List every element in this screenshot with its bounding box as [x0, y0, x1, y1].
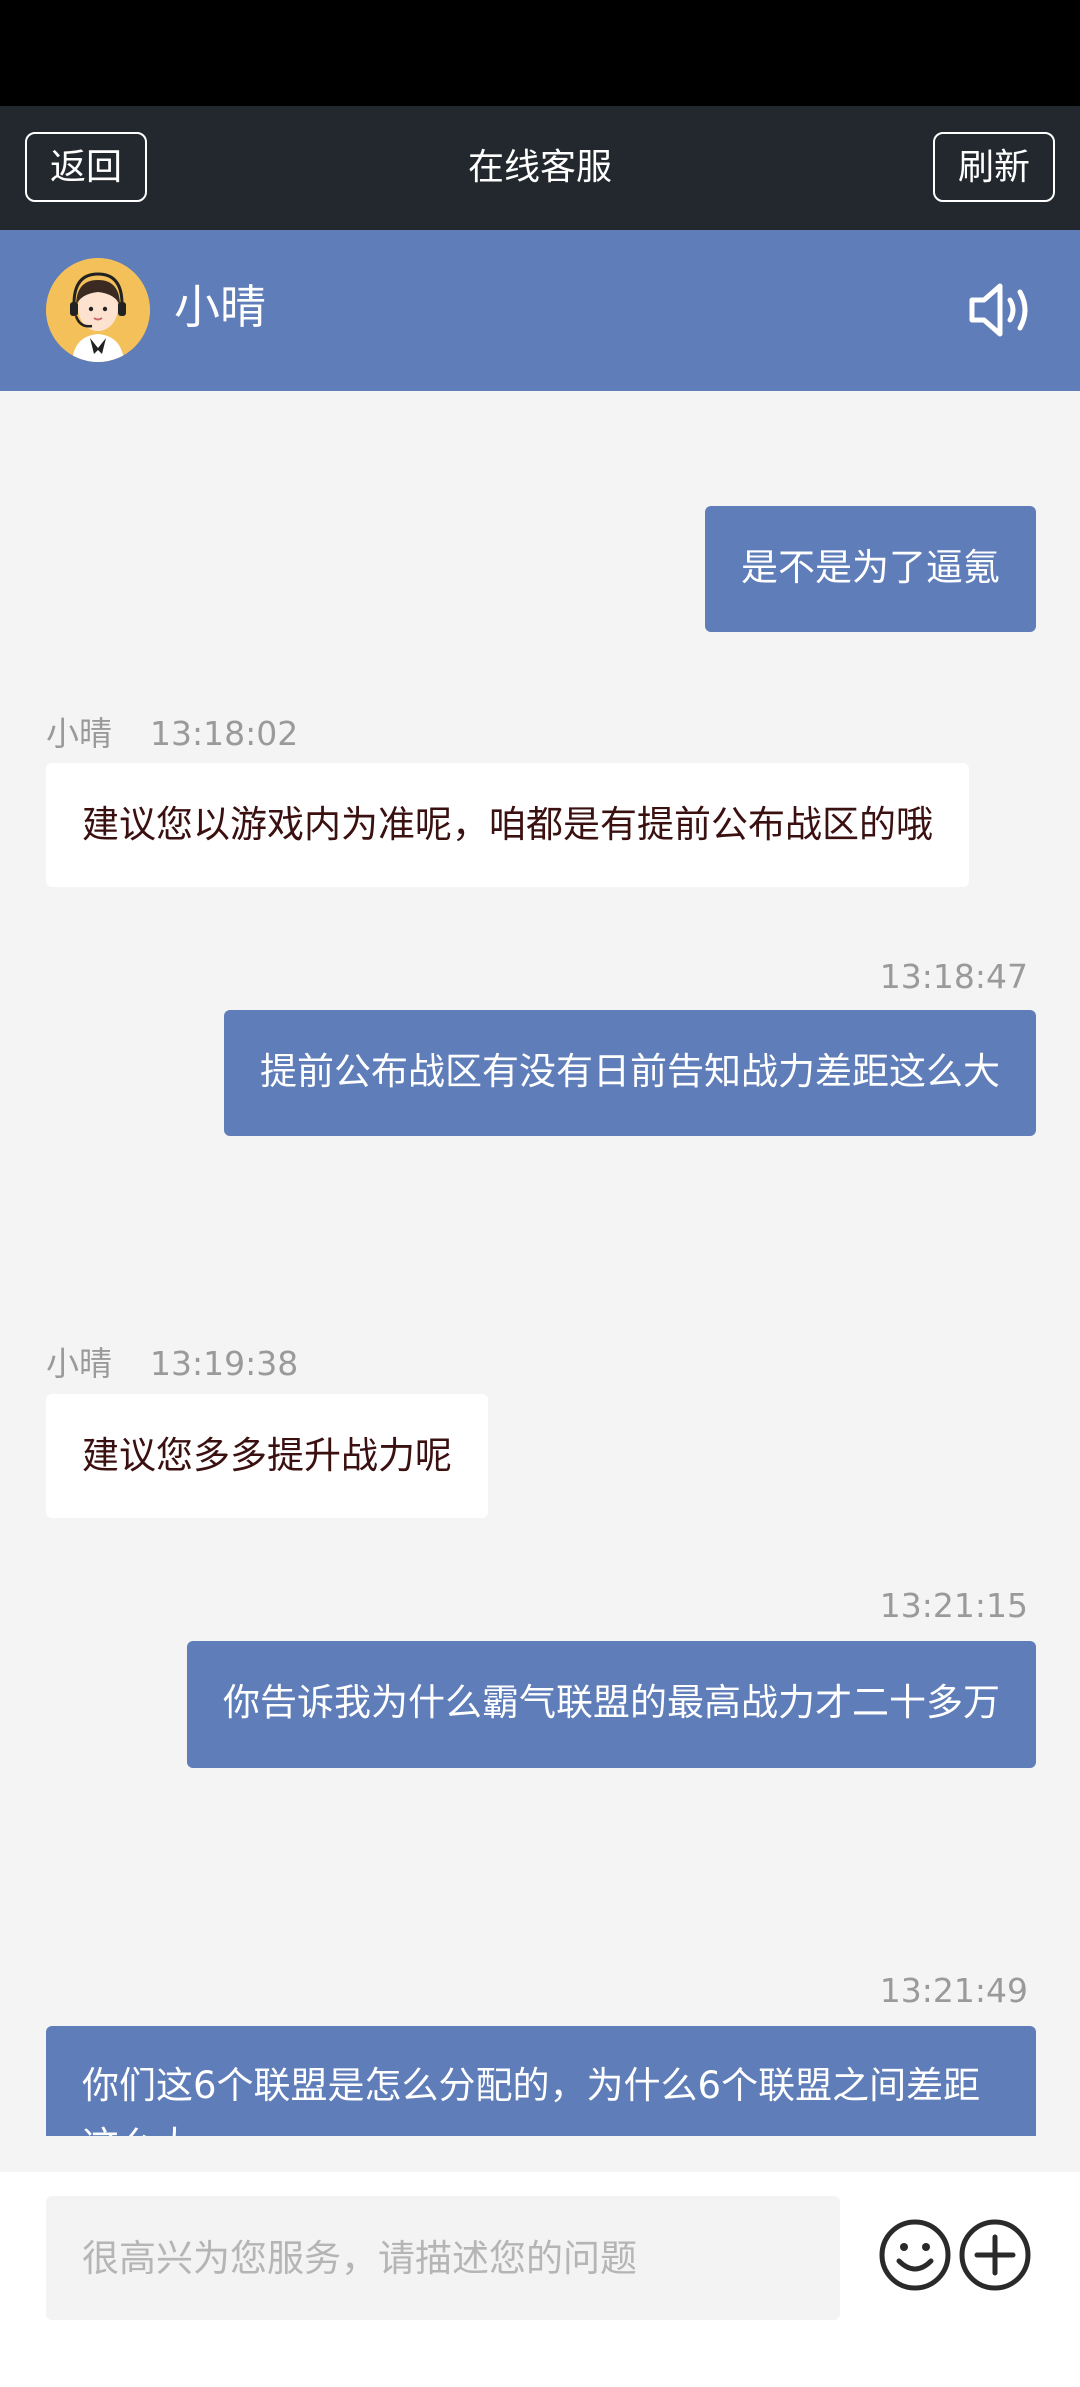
message-text: 建议您以游戏内为准呢，咱都是有提前公布战区的哦 — [82, 803, 933, 846]
agent-message-bubble: 建议您以游戏内为准呢，咱都是有提前公布战区的哦 — [46, 763, 969, 887]
message-timestamp: 13:21:15 — [879, 1586, 1028, 1625]
user-message-bubble: 是不是为了逼氪 — [705, 506, 1036, 632]
speaker-icon[interactable] — [968, 280, 1038, 340]
top-navigation-bar: 在线客服 返回 刷新 — [0, 106, 1080, 230]
agent-name: 小晴 — [174, 280, 266, 334]
message-timestamp: 13:18:47 — [879, 957, 1028, 996]
message-text: 提前公布战区有没有日前告知战力差距这么大 — [260, 1050, 1000, 1093]
user-message-bubble: 你们这6个联盟是怎么分配的，为什么6个联盟之间差距这么大 — [46, 2026, 1036, 2136]
message-text: 你们这6个联盟是怎么分配的，为什么6个联盟之间差距这么大 — [82, 2064, 981, 2136]
agent-avatar — [46, 258, 150, 362]
user-message-bubble: 你告诉我为什么霸气联盟的最高战力才二十多万 — [187, 1641, 1036, 1768]
emoji-icon[interactable] — [877, 2217, 953, 2293]
plus-icon[interactable] — [957, 2217, 1033, 2293]
message-input[interactable] — [46, 2196, 840, 2320]
back-button[interactable]: 返回 — [25, 132, 147, 202]
message-timestamp: 13:21:49 — [879, 1971, 1028, 2010]
message-text: 你告诉我为什么霸气联盟的最高战力才二十多万 — [223, 1681, 1000, 1724]
sender-name: 小晴 — [46, 1344, 112, 1383]
chat-message-list[interactable]: 是不是为了逼氪 小晴 13:18:02 建议您以游戏内为准呢，咱都是有提前公布战区… — [0, 391, 1080, 2136]
status-bar — [0, 0, 1080, 106]
composer-bar — [0, 2172, 1080, 2387]
page-title: 在线客服 — [467, 147, 612, 188]
agent-header: 小晴 — [0, 230, 1080, 391]
message-timestamp: 13:19:38 — [150, 1344, 299, 1383]
message-meta: 小晴 13:19:38 — [46, 1337, 298, 1385]
agent-message-bubble: 建议您多多提升战力呢 — [46, 1394, 488, 1518]
agent-avatar-headset-icon — [46, 258, 150, 362]
sender-name: 小晴 — [46, 714, 112, 753]
message-text: 建议您多多提升战力呢 — [82, 1434, 452, 1477]
refresh-button[interactable]: 刷新 — [933, 132, 1055, 202]
message-timestamp: 13:18:02 — [150, 714, 299, 753]
message-meta: 小晴 13:18:02 — [46, 707, 298, 755]
user-message-bubble: 提前公布战区有没有日前告知战力差距这么大 — [224, 1010, 1036, 1136]
message-text: 是不是为了逼氪 — [741, 546, 1000, 589]
